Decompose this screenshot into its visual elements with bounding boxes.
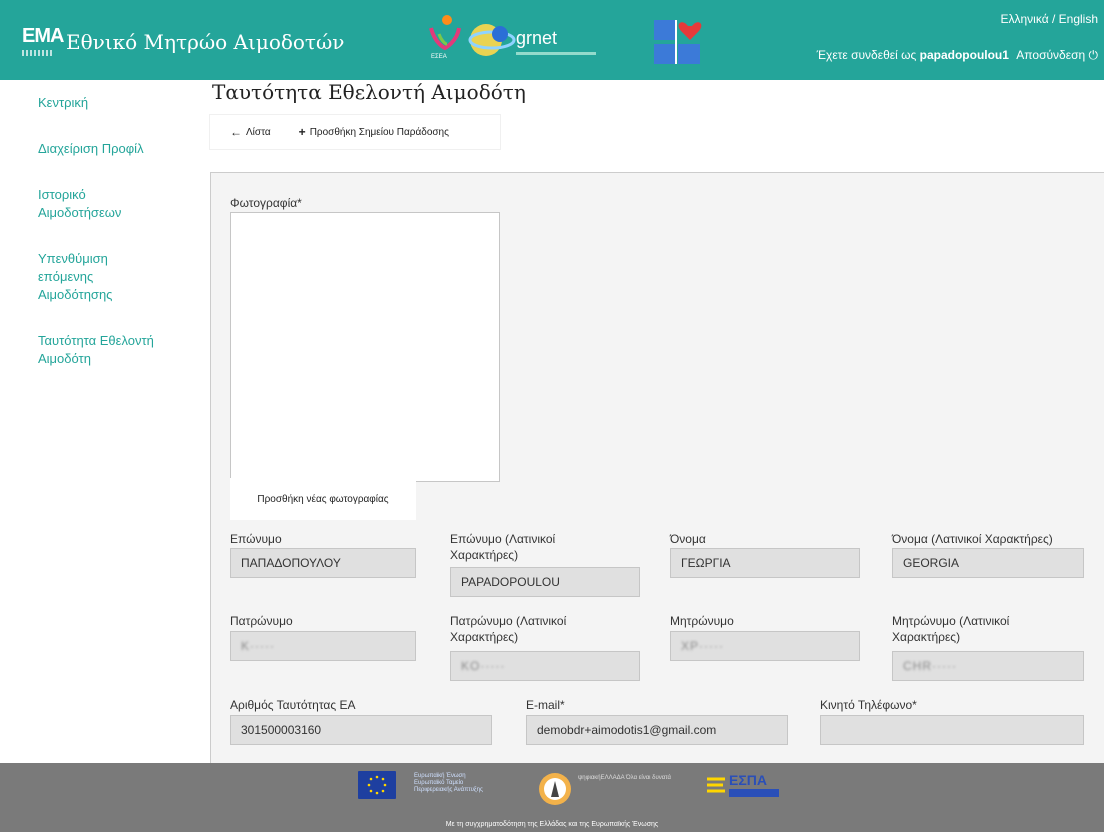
logout-icon[interactable]: ⏻ [1089, 48, 1099, 62]
name-latin-label: Όνομα (Λατινικοί Χαρακτήρες) [892, 532, 1053, 546]
footer-cofunding-note: Με τη συγχρηματοδότηση της Ελλάδας και τ… [445, 821, 659, 828]
email-field[interactable]: demobdr+aimodotis1@gmail.com [526, 715, 788, 745]
name-field[interactable]: ΓΕΩΡΓΙΑ [670, 548, 860, 578]
language-switch[interactable]: Ελληνικά / English [817, 12, 1099, 26]
id-number-field[interactable]: 301500003160 [230, 715, 492, 745]
sidebar-item-history[interactable]: Ιστορικό Αιμοδοτήσεων [38, 186, 148, 222]
espa-logo: ΕΣΠΑ [707, 772, 779, 797]
username: papadopoulou1 [919, 48, 1009, 62]
email-label: E-mail* [526, 698, 565, 712]
mobile-label: Κινητό Τηλέφωνο* [820, 698, 917, 712]
name-latin-field[interactable]: GEORGIA [892, 548, 1084, 578]
plus-icon: + [298, 125, 306, 139]
eu-flag-logo [358, 771, 396, 799]
ministry-health-logo [654, 20, 702, 64]
mother-field[interactable]: ΧΡ····· [670, 631, 860, 661]
name-label: Όνομα [670, 532, 706, 546]
brand[interactable]: ΕΜΑ Εθνικό Μητρώο Αιμοδοτών [22, 26, 344, 58]
grnet-logo: grnet [468, 24, 596, 56]
sidebar: Κεντρική Διαχείριση Προφίλ Ιστορικό Αιμο… [38, 94, 188, 396]
login-status: Έχετε συνδεθεί ως papadopoulou1 Αποσύνδε… [816, 48, 1099, 62]
page-title: Ταυτότητα Εθελοντή Αιμοδότη [212, 80, 526, 104]
surname-latin-label: Επώνυμο (Λατινικοί Χαρακτήρες) [450, 532, 556, 562]
eu-text: Ευρωπαϊκή Ένωση Ευρωπαϊκό Ταμείο Περιφερ… [414, 773, 483, 793]
logout-link[interactable]: Αποσύνδεση [1016, 48, 1085, 62]
ema-logo: ΕΜΑ [22, 26, 64, 58]
surname-latin-field[interactable]: PAPADOPOULOU [450, 567, 640, 597]
surname-label: Επώνυμο [230, 532, 282, 546]
svg-text:ΕΣΕΑ: ΕΣΕΑ [431, 54, 447, 60]
sidebar-item-profile[interactable]: Διαχείριση Προφίλ [38, 140, 188, 158]
svg-text:ΕΣΠΑ: ΕΣΠΑ [729, 772, 767, 788]
mother-label: Μητρώνυμο [670, 614, 734, 628]
site-title: Εθνικό Μητρώο Αιμοδοτών [66, 30, 345, 54]
mobile-field[interactable] [820, 715, 1084, 745]
arrow-left-icon: ← [230, 125, 242, 139]
toolbar: ← Λίστα + Προσθήκη Σημείου Παράδοσης [210, 115, 500, 149]
photo-placeholder [230, 212, 500, 482]
add-delivery-point-button[interactable]: + Προσθήκη Σημείου Παράδοσης [299, 125, 449, 139]
account-area: Ελληνικά / English Έχετε συνδεθεί ως pap… [817, 12, 1098, 63]
photo-label: Φωτογραφία* [230, 196, 302, 210]
sidebar-item-identity[interactable]: Ταυτότητα Εθελοντή Αιμοδότη [38, 332, 173, 368]
footer: Ευρωπαϊκή Ένωση Ευρωπαϊκό Ταμείο Περιφερ… [0, 763, 1104, 832]
mother-latin-field[interactable]: CHR····· [892, 651, 1084, 681]
svg-text:grnet: grnet [516, 28, 557, 48]
mother-latin-label: Μητρώνυμο (Λατινικοί Χαρακτήρες) [892, 614, 1010, 644]
sidebar-item-reminder[interactable]: Υπενθύμιση επόμενης Αιμοδότησης [38, 250, 128, 304]
esea-logo: ΕΣΕΑ [429, 15, 461, 60]
father-label: Πατρώνυμο [230, 614, 293, 628]
surname-field[interactable]: ΠΑΠΑΔΟΠΟΥΛΟΥ [230, 548, 416, 578]
digital-greece-text: ψηφιακήΕΛΛΑΔΑ Όλα είναι δυνατά [578, 775, 672, 781]
add-photo-button[interactable]: Προσθήκη νέας φωτογραφίας [230, 478, 416, 520]
sidebar-item-home[interactable]: Κεντρική [38, 94, 188, 112]
id-number-label: Αριθμός Ταυτότητας ΕΑ [230, 698, 356, 712]
digital-greece-logo [539, 773, 571, 805]
father-field[interactable]: Κ····· [230, 631, 416, 661]
father-latin-field[interactable]: KO····· [450, 651, 640, 681]
top-header: ΕΜΑ Εθνικό Μητρώο Αιμοδοτών ΕΣΕΑ grnet Ε… [0, 0, 1104, 80]
father-latin-label: Πατρώνυμο (Λατινικοί Χαρακτήρες) [450, 614, 567, 644]
list-button[interactable]: ← Λίστα [230, 125, 271, 139]
